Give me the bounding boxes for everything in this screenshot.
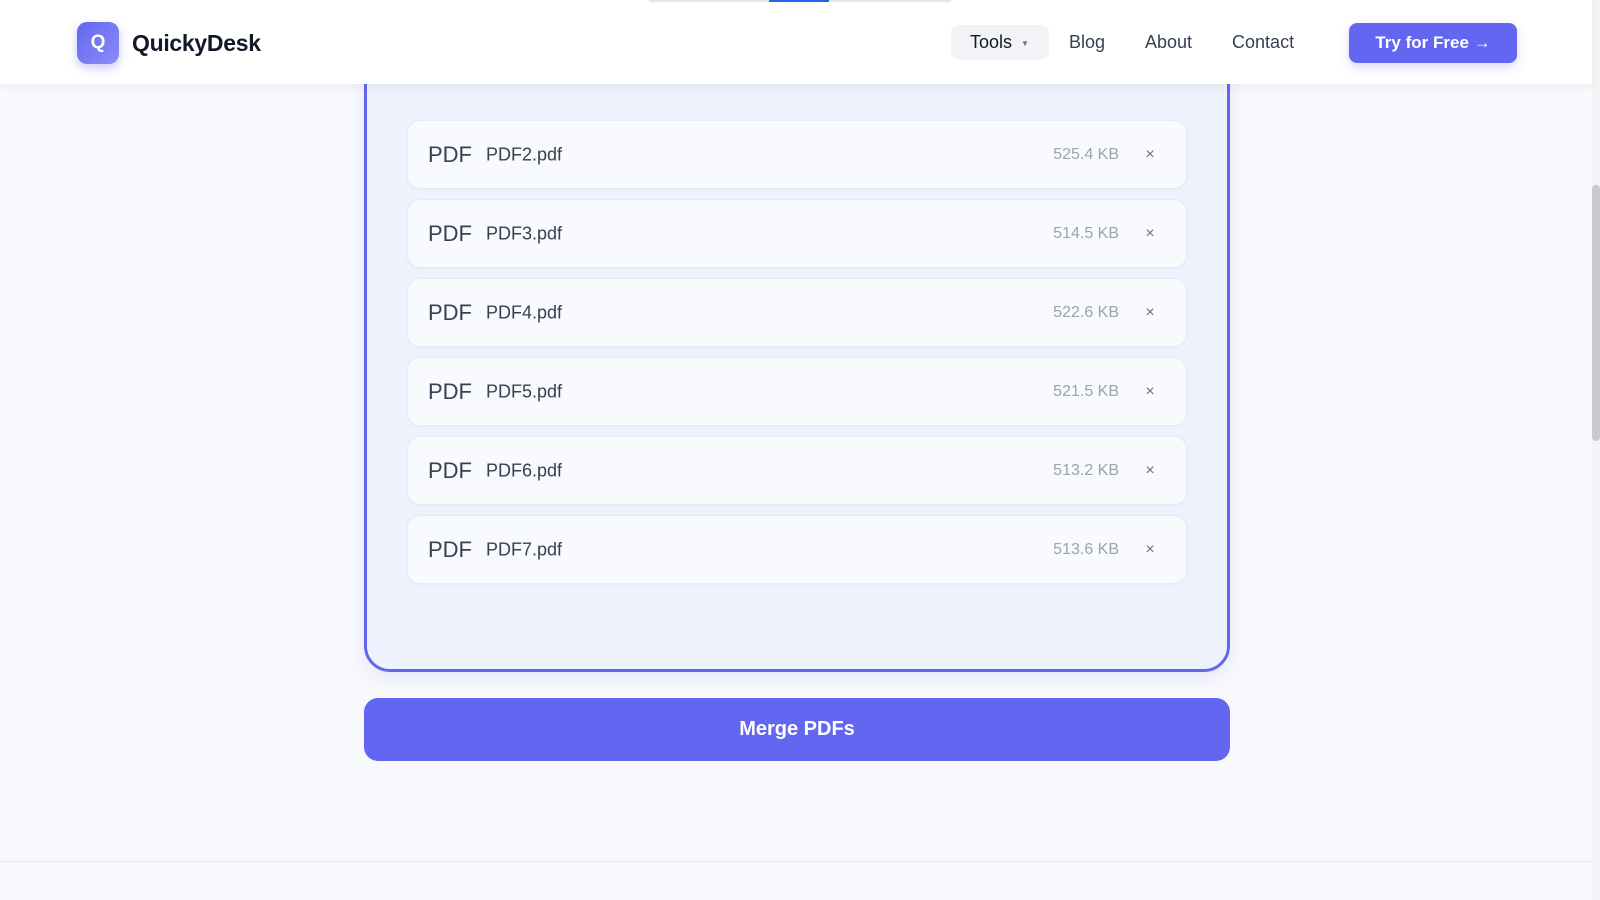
list-item: PDF PDF4.pdf 522.6 KB ×	[407, 278, 1187, 347]
file-size: 521.5 KB	[1053, 382, 1119, 400]
close-icon[interactable]: ×	[1138, 380, 1162, 404]
list-item: PDF PDF2.pdf 525.4 KB ×	[407, 120, 1187, 189]
main-nav: Tools ▼ Blog About Contact	[951, 25, 1294, 60]
list-item: PDF PDF6.pdf 513.2 KB ×	[407, 436, 1187, 505]
nav-contact-link[interactable]: Contact	[1232, 32, 1294, 53]
page-scrollbar-track[interactable]	[1592, 0, 1600, 900]
close-icon[interactable]: ×	[1138, 459, 1162, 483]
file-name: PDF7.pdf	[486, 539, 563, 559]
list-item: PDF PDF5.pdf 521.5 KB ×	[407, 357, 1187, 426]
file-size: 513.2 KB	[1053, 461, 1119, 479]
close-icon[interactable]: ×	[1138, 301, 1162, 325]
file-name: PDF2.pdf	[486, 144, 563, 164]
close-icon[interactable]: ×	[1138, 538, 1162, 562]
file-name: PDF4.pdf	[486, 302, 563, 322]
list-item: PDF PDF7.pdf 513.6 KB ×	[407, 515, 1187, 584]
footer-divider	[0, 861, 1592, 862]
nav-tools-label: Tools	[970, 32, 1013, 52]
file-name: PDF6.pdf	[486, 460, 563, 480]
file-type-label: PDF	[428, 536, 472, 562]
list-item: PDF PDF3.pdf 514.5 KB ×	[407, 199, 1187, 268]
site-header: Q QuickyDesk Tools ▼ Blog About Contact …	[0, 0, 1592, 84]
file-type-label: PDF	[428, 141, 472, 167]
file-name: PDF3.pdf	[486, 223, 563, 243]
brand-name: QuickyDesk	[132, 29, 261, 56]
file-size: 513.6 KB	[1053, 540, 1119, 558]
file-size: 522.6 KB	[1053, 303, 1119, 321]
q-logo-icon: Q	[77, 22, 119, 64]
page-scrollbar-thumb[interactable]	[1592, 185, 1600, 441]
brand-logo-link[interactable]: Q QuickyDesk	[77, 22, 261, 64]
file-name: PDF5.pdf	[486, 381, 563, 401]
file-type-label: PDF	[428, 220, 472, 246]
close-icon[interactable]: ×	[1138, 222, 1162, 246]
page-load-progress-fill	[769, 0, 829, 2]
file-size: 514.5 KB	[1053, 224, 1119, 242]
try-for-free-button[interactable]: Try for Free →	[1349, 23, 1517, 63]
page-load-progress	[649, 0, 951, 2]
close-icon[interactable]: ×	[1138, 143, 1162, 167]
nav-tools-dropdown[interactable]: Tools ▼	[951, 25, 1049, 60]
nav-blog-link[interactable]: Blog	[1069, 32, 1105, 53]
file-type-label: PDF	[428, 378, 472, 404]
file-size: 525.4 KB	[1053, 145, 1119, 163]
nav-about-link[interactable]: About	[1145, 32, 1192, 53]
file-type-label: PDF	[428, 299, 472, 325]
merge-pdfs-button[interactable]: Merge PDFs	[364, 698, 1230, 761]
chevron-down-icon: ▼	[1021, 39, 1029, 48]
file-type-label: PDF	[428, 457, 472, 483]
